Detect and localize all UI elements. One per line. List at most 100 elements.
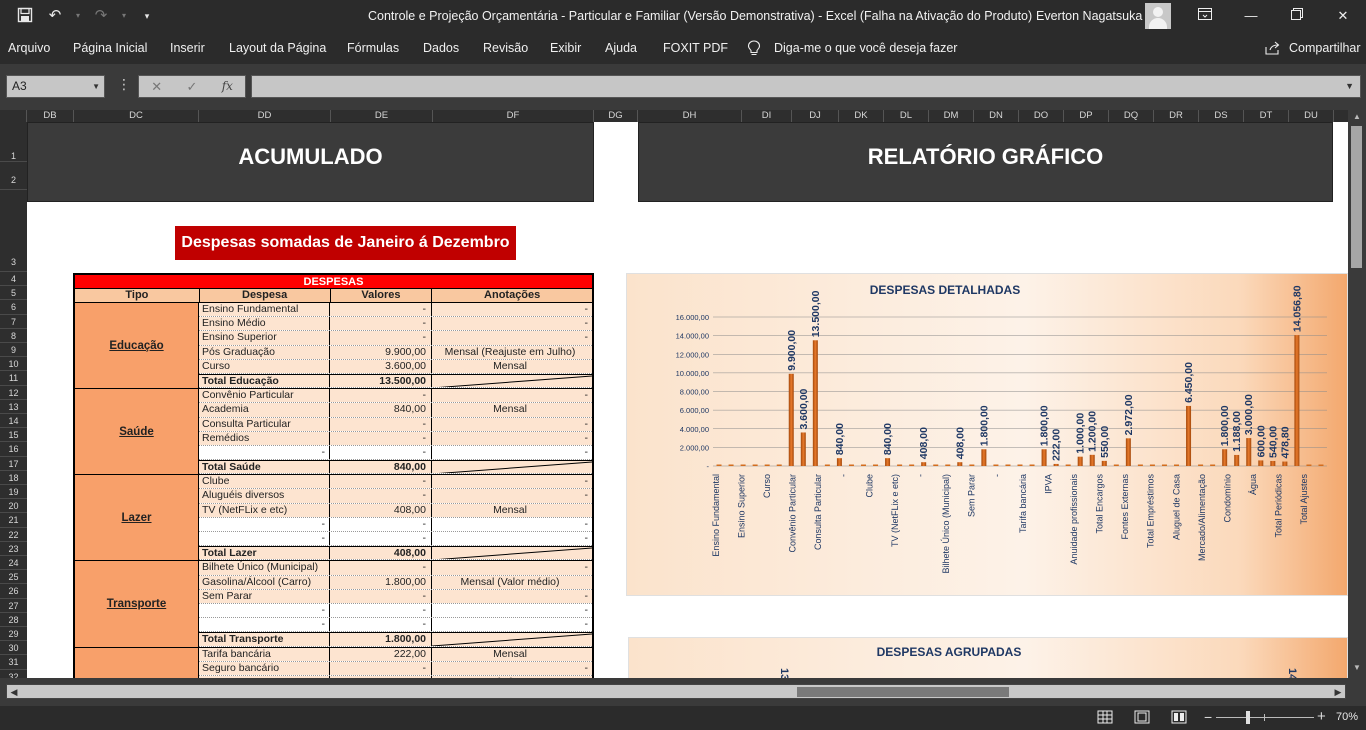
group-type-cell[interactable]: Transporte (75, 561, 199, 647)
column-header[interactable]: DH (638, 110, 742, 122)
tab-arquivo[interactable]: Arquivo (8, 41, 50, 55)
chart-bar[interactable] (860, 464, 866, 467)
share-icon[interactable] (1265, 41, 1281, 55)
chart-bar[interactable] (1210, 464, 1216, 467)
expense-value-cell[interactable]: - (330, 517, 432, 531)
expense-note-cell[interactable]: - (432, 303, 592, 317)
column-header[interactable]: DE (331, 110, 433, 122)
scroll-left-icon[interactable]: ◀ (8, 686, 20, 698)
scroll-right-icon[interactable]: ▶ (1332, 686, 1344, 698)
total-label-cell[interactable]: Total Educação (199, 374, 330, 388)
column-header[interactable]: DL (884, 110, 929, 122)
chevron-down-icon[interactable]: ▼ (92, 76, 100, 97)
expense-name-cell[interactable]: Ensino Médio (199, 317, 330, 331)
save-icon[interactable] (14, 7, 36, 25)
header-valores[interactable]: Valores (331, 289, 433, 302)
column-header[interactable]: DD (199, 110, 331, 122)
insert-function-icon[interactable]: fx (210, 76, 245, 97)
expense-value-cell[interactable]: - (330, 489, 432, 503)
expense-note-cell[interactable]: - (432, 389, 592, 403)
expense-name-cell[interactable]: Ensino Superior (199, 331, 330, 345)
expense-note-cell[interactable]: - (432, 431, 592, 445)
expense-name-cell[interactable]: Pós Graduação (199, 345, 330, 359)
group-type-cell[interactable]: Lazer (75, 475, 199, 561)
expense-name-cell[interactable]: Tarifa bancária (199, 647, 330, 661)
zoom-out-button[interactable]: − (1204, 709, 1212, 725)
tell-me-search[interactable]: Diga-me o que você deseja fazer (774, 41, 957, 55)
expense-value-cell[interactable]: 222,00 (330, 647, 432, 661)
chart-bar[interactable] (1041, 449, 1047, 466)
expense-note-cell[interactable]: - (432, 331, 592, 345)
total-label-cell[interactable]: Total Lazer (199, 547, 330, 560)
chart-bar[interactable] (1113, 464, 1119, 467)
column-header[interactable]: DJ (792, 110, 839, 122)
expense-note-cell[interactable]: Mensal (432, 647, 592, 661)
chart-bar[interactable] (788, 373, 794, 466)
row-header[interactable]: 29 (0, 627, 27, 642)
column-header[interactable]: DO (1019, 110, 1064, 122)
row-header[interactable]: 2 (0, 162, 27, 190)
column-header[interactable]: DN (974, 110, 1019, 122)
customize-qat-icon[interactable]: ▾ (136, 7, 158, 25)
chart-bar[interactable] (800, 432, 806, 466)
zoom-slider-track[interactable] (1216, 717, 1314, 718)
chart-bar[interactable] (752, 464, 758, 467)
column-header[interactable]: DK (839, 110, 884, 122)
expense-value-cell[interactable]: - (330, 589, 432, 603)
chart-bar[interactable] (824, 464, 830, 467)
chart-bar[interactable] (1282, 461, 1288, 466)
chart-bar[interactable] (1174, 464, 1180, 467)
row-header[interactable]: 24 (0, 556, 27, 571)
chart-despesas-detalhadas[interactable]: DESPESAS DETALHADAS 16.000,00 14.000,00 12… (626, 273, 1348, 596)
chart-bar[interactable] (1029, 464, 1035, 467)
zoom-in-button[interactable]: + (1317, 708, 1326, 725)
page-layout-icon[interactable] (1134, 710, 1152, 725)
chart-bar[interactable] (1005, 464, 1011, 467)
row-header[interactable]: 26 (0, 584, 27, 599)
group-type-cell[interactable]: Saúde (75, 389, 199, 475)
name-box[interactable]: A3 ▼ (6, 75, 105, 98)
band-acumulado[interactable]: ACUMULADO (27, 122, 594, 202)
total-label-cell[interactable]: Total Saúde (199, 461, 330, 474)
chart-bar[interactable] (1149, 464, 1155, 467)
chart-bar[interactable] (1318, 464, 1324, 467)
chart-bar[interactable] (1234, 454, 1240, 466)
chart-bar[interactable] (764, 464, 770, 467)
expense-value-cell[interactable]: - (330, 561, 432, 575)
expense-value-cell[interactable]: 840,00 (330, 403, 432, 417)
column-header[interactable]: DU (1289, 110, 1334, 122)
row-header[interactable]: 27 (0, 599, 27, 613)
row-header[interactable]: 23 (0, 542, 27, 556)
chart-bar[interactable] (836, 458, 842, 466)
row-header[interactable]: 15 (0, 428, 27, 443)
more-options-icon[interactable]: ⋮ (117, 76, 131, 93)
undo-icon[interactable]: ↶ (44, 7, 66, 25)
tab-revisao[interactable]: Revisão (483, 41, 528, 55)
expense-value-cell[interactable]: - (330, 431, 432, 445)
chart-bar[interactable] (1077, 456, 1083, 466)
expense-note-cell[interactable]: - (432, 661, 592, 675)
tab-layout-da-pagina[interactable]: Layout da Página (229, 41, 326, 55)
expense-value-cell[interactable]: - (330, 317, 432, 331)
horizontal-scroll-thumb[interactable] (797, 687, 1009, 697)
expense-value-cell[interactable]: - (330, 417, 432, 431)
row-header[interactable]: 5 (0, 286, 27, 301)
expense-name-cell[interactable]: - (199, 532, 330, 546)
column-header[interactable]: DF (433, 110, 594, 122)
expense-name-cell[interactable]: - (199, 618, 330, 632)
expense-note-cell[interactable]: - (432, 517, 592, 531)
expense-name-cell[interactable]: Aluguéis diversos (199, 489, 330, 503)
header-anotacoes[interactable]: Anotações (432, 289, 592, 302)
expense-note-cell[interactable]: Mensal (Valor médio) (432, 575, 592, 589)
expense-note-cell[interactable]: - (432, 475, 592, 489)
expense-value-cell[interactable]: 408,00 (330, 503, 432, 517)
expense-value-cell[interactable]: - (330, 618, 432, 632)
expense-name-cell[interactable]: Sem Parar (199, 589, 330, 603)
tab-dados[interactable]: Dados (423, 41, 459, 55)
total-note-cell[interactable] (432, 374, 592, 388)
row-header[interactable]: 20 (0, 499, 27, 514)
chart-bar[interactable] (740, 464, 746, 467)
row-header[interactable]: 11 (0, 371, 27, 386)
row-header[interactable]: 17 (0, 457, 27, 471)
expense-name-cell[interactable]: - (199, 603, 330, 618)
